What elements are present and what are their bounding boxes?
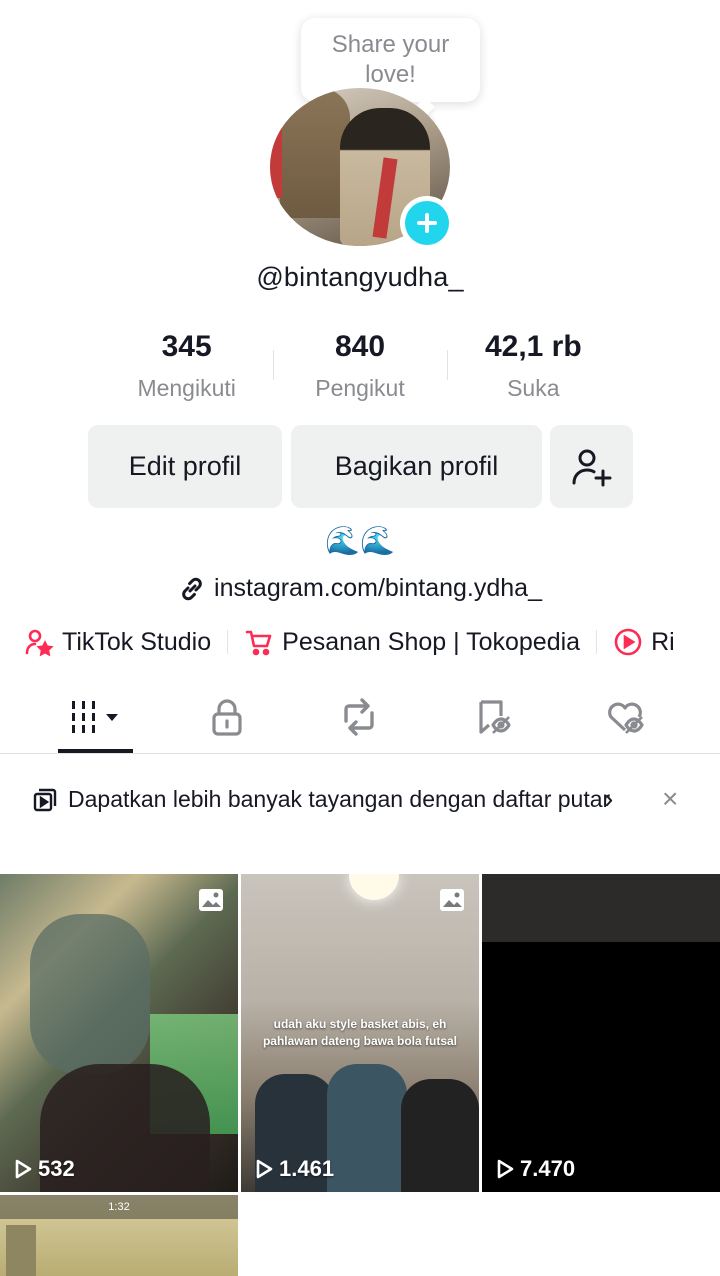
bookmark-icon xyxy=(479,700,511,734)
photo-icon xyxy=(199,889,223,911)
view-count-text: 532 xyxy=(38,1156,75,1181)
stats-row: 345 Mengikuti 840 Pengikut 42,1 rb Suka xyxy=(100,328,620,408)
shortcut-label: Pesanan Shop | Tokopedia xyxy=(282,627,581,656)
profile-tabs xyxy=(0,682,720,754)
stat-label: Suka xyxy=(507,375,560,401)
shortcut-label: Ri xyxy=(651,627,675,656)
game-hud: 1:32 xyxy=(0,1195,238,1219)
photo-icon xyxy=(440,889,464,911)
bio-link[interactable]: instagram.com/bintang.ydha_ xyxy=(0,574,720,603)
hud-time: 1:32 xyxy=(108,1201,130,1213)
view-count: 1.461 xyxy=(253,1156,334,1182)
tab-videos[interactable] xyxy=(58,682,133,752)
stat-followers[interactable]: 840 Pengikut xyxy=(273,328,446,408)
video-tile[interactable]: 7.470 xyxy=(482,874,720,1192)
stat-value: 840 xyxy=(334,330,386,363)
banner-text: Dapatkan lebih banyak tayangan dengan da… xyxy=(68,784,628,814)
bio-text: 🌊🌊 xyxy=(325,525,395,556)
heart-hidden-icon xyxy=(608,702,644,734)
banner-message: Dapatkan lebih banyak tayangan dengan da… xyxy=(68,786,611,812)
view-count: 532 xyxy=(12,1156,75,1182)
play-icon xyxy=(15,1159,32,1179)
shortcut-label: TikTok Studio xyxy=(62,627,212,656)
tab-liked[interactable] xyxy=(590,682,660,752)
active-tab-indicator xyxy=(58,749,133,753)
person-star-icon xyxy=(25,629,54,657)
link-icon xyxy=(182,577,202,600)
shortcut-row: TikTok Studio Pesanan Shop | Tokopedia R… xyxy=(24,624,675,660)
tab-favorites[interactable] xyxy=(458,682,528,752)
play-circle-icon xyxy=(614,628,642,656)
stat-following[interactable]: 345 Mengikuti xyxy=(100,328,273,408)
view-count-text: 1.461 xyxy=(279,1156,335,1181)
repost-icon xyxy=(344,698,374,736)
avatar-container[interactable] xyxy=(270,88,454,250)
share-profile-button[interactable]: Bagikan profil xyxy=(291,425,542,508)
video-tile[interactable]: 1:32 xyxy=(0,1195,238,1276)
video-tile[interactable]: udah aku style basket abis, eh pahlawan … xyxy=(241,874,479,1192)
bubble-text: Share your love! xyxy=(331,31,450,88)
stat-value: 345 xyxy=(161,330,212,363)
edit-profile-button[interactable]: Edit profil xyxy=(88,425,282,508)
shortcut-tiktok-studio[interactable]: TikTok Studio xyxy=(24,627,211,657)
tab-private[interactable] xyxy=(192,682,262,752)
link-text: instagram.com/bintang.ydha_ xyxy=(214,574,542,602)
playlist-icon xyxy=(33,788,57,812)
stat-value: 42,1 rb xyxy=(484,330,582,363)
grid-icon xyxy=(71,701,118,733)
add-story-button[interactable] xyxy=(400,196,454,250)
stat-label: Mengikuti xyxy=(137,375,236,401)
close-icon[interactable]: × xyxy=(662,784,678,814)
play-icon xyxy=(256,1159,273,1179)
shortcut-shop-orders[interactable]: Pesanan Shop | Tokopedia xyxy=(244,627,580,657)
add-person-icon xyxy=(572,449,611,486)
chevron-right-icon[interactable]: › xyxy=(604,784,613,814)
shortcut-activity[interactable]: Ri xyxy=(613,627,675,657)
view-count-text: 7.470 xyxy=(520,1156,576,1181)
tab-reposts[interactable] xyxy=(324,682,394,752)
play-icon xyxy=(497,1159,514,1179)
username: @bintangyudha_ xyxy=(256,262,464,292)
video-caption: udah aku style basket abis, eh pahlawan … xyxy=(262,1017,458,1048)
lock-icon xyxy=(212,699,242,736)
stat-likes[interactable]: 42,1 rb Suka xyxy=(446,328,620,408)
stat-label: Pengikut xyxy=(315,375,405,401)
cart-icon xyxy=(245,630,272,656)
video-tile[interactable]: 532 xyxy=(0,874,238,1192)
plus-icon xyxy=(417,213,437,233)
add-friend-button[interactable] xyxy=(550,425,633,508)
view-count: 7.470 xyxy=(494,1156,575,1182)
